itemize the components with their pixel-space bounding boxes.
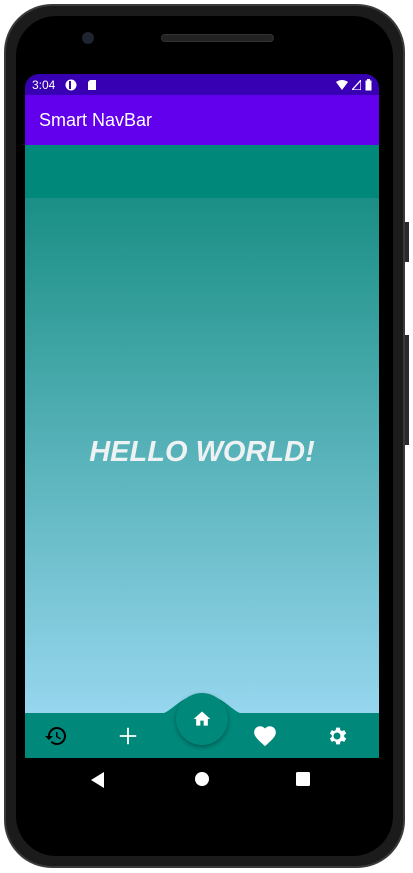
screen: 3:04 Smart NavBar HELLO WORLD! xyxy=(25,74,379,758)
back-icon xyxy=(91,772,104,788)
status-time: 3:04 xyxy=(32,77,56,92)
settings-icon xyxy=(329,727,347,745)
add-icon xyxy=(119,727,137,745)
speaker xyxy=(161,34,274,42)
back-button[interactable] xyxy=(91,772,105,793)
heart-icon xyxy=(254,726,276,747)
nav-history[interactable] xyxy=(42,722,70,750)
wifi-icon xyxy=(336,79,348,90)
nav-home[interactable] xyxy=(176,693,228,745)
history-icon xyxy=(45,727,66,745)
status-bar: 3:04 xyxy=(25,74,379,95)
power-button xyxy=(405,335,409,445)
system-nav-bar xyxy=(25,758,379,800)
nav-settings[interactable] xyxy=(323,722,351,750)
app-title: Smart NavBar xyxy=(39,109,153,130)
home-icon xyxy=(193,711,211,726)
bottom-nav-bar xyxy=(25,693,379,758)
recents-button[interactable] xyxy=(296,772,310,791)
signal-icon xyxy=(352,79,361,90)
circle-home-icon xyxy=(195,772,209,786)
camera xyxy=(82,32,94,44)
app-bar: Smart NavBar xyxy=(25,95,379,145)
content-area: HELLO WORLD! xyxy=(25,198,379,713)
nav-favorites[interactable] xyxy=(251,722,279,750)
hello-text: HELLO WORLD! xyxy=(89,436,315,468)
notification-icon xyxy=(65,79,77,90)
battery-icon xyxy=(365,78,372,90)
recents-icon xyxy=(296,772,310,786)
sd-card-icon xyxy=(88,79,97,90)
nav-add[interactable] xyxy=(114,722,142,750)
volume-button xyxy=(405,222,409,262)
home-system-button[interactable] xyxy=(195,772,209,791)
header-band xyxy=(25,145,379,198)
